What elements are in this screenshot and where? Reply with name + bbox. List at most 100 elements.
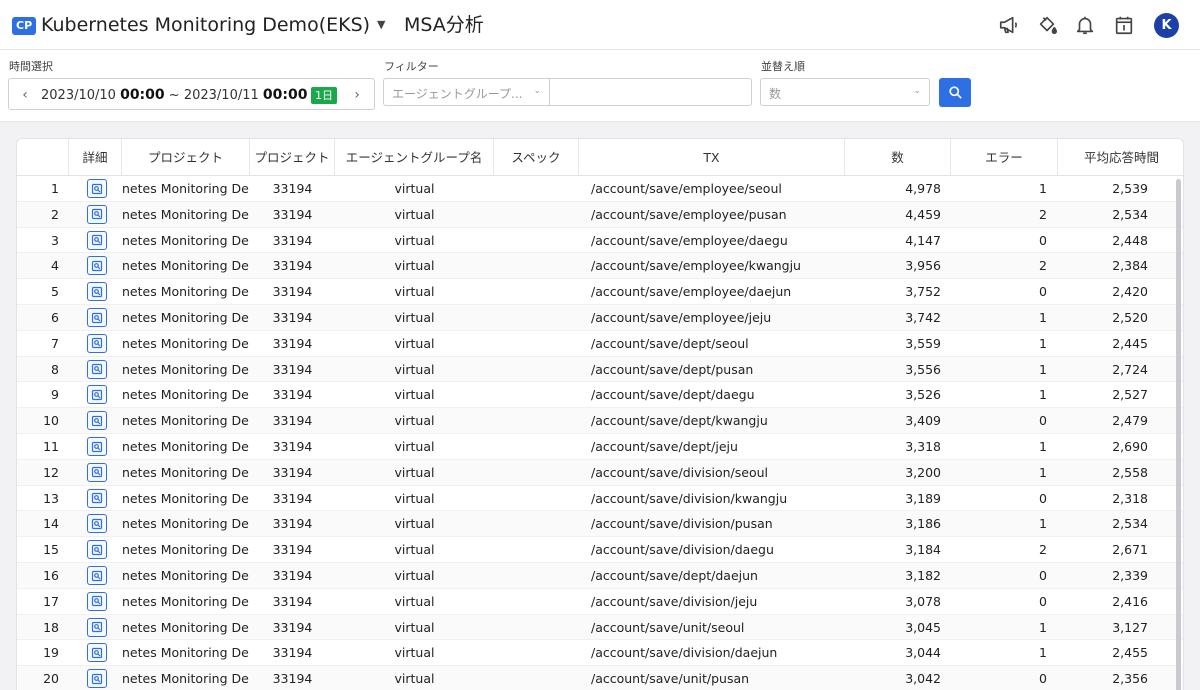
column-header-tx[interactable]: TX	[579, 139, 845, 176]
paint-bucket-icon[interactable]	[1034, 12, 1060, 38]
column-header-project[interactable]: プロジェクト	[122, 139, 250, 176]
detail-button[interactable]	[87, 230, 107, 250]
table-row[interactable]: 5 netes Monitoring Demo 33194 virtual/accou…	[17, 279, 1183, 305]
detail-button[interactable]	[87, 514, 107, 534]
table-row[interactable]: 2 netes Monitoring Demo 33194 virtual/accou…	[17, 201, 1183, 228]
detail-button[interactable]	[87, 179, 107, 198]
chevron-left-icon[interactable]: ‹	[17, 86, 33, 104]
avg-response-cell: 2,420	[1112, 284, 1148, 300]
time-range-picker[interactable]: ‹ 2023/10/10 00:00 ~ 2023/10/11 00:00 1日…	[8, 78, 375, 110]
column-header-count[interactable]: 数	[845, 139, 951, 176]
table-row[interactable]: 11 netes Monitoring Demo 33194 virtual/acco…	[17, 434, 1183, 460]
error-cell: 0	[1039, 568, 1047, 583]
filter-label: フィルター	[384, 60, 439, 73]
detail-icon	[91, 647, 103, 658]
project-code-cell: 33194	[272, 258, 313, 274]
detail-button[interactable]	[87, 256, 107, 276]
detail-button[interactable]	[87, 591, 107, 611]
column-header-error[interactable]: エラー	[951, 139, 1058, 176]
table-row[interactable]: 10 netes Monitoring Demo 33194 virtual/acco…	[17, 408, 1183, 434]
table-row[interactable]: 4 netes Monitoring Demo 33194 virtual/accou…	[17, 253, 1183, 280]
table-row[interactable]: 12 netes Monitoring Demo 33194 virtual/acco…	[17, 459, 1183, 486]
table-row[interactable]: 18 netes Monitoring Demo 33194 virtual/acco…	[17, 614, 1183, 641]
detail-button[interactable]	[87, 488, 107, 508]
detail-button[interactable]	[87, 282, 107, 302]
detail-button[interactable]	[87, 359, 107, 379]
count-cell: 3,526	[905, 387, 941, 403]
detail-button[interactable]	[87, 437, 107, 456]
table-row[interactable]: 15 netes Monitoring Demo 33194 virtual/acco…	[17, 537, 1183, 563]
column-header-detail[interactable]: 詳細	[69, 139, 122, 176]
table-row[interactable]: 9 netes Monitoring Demo 33194 virtual/accou…	[17, 382, 1183, 409]
column-header-avg-response[interactable]: 平均応答時間	[1058, 139, 1183, 176]
duration-badge[interactable]: 1日	[311, 87, 337, 104]
error-cell: 2	[1039, 258, 1047, 274]
bell-icon[interactable]	[1072, 12, 1098, 38]
detail-button[interactable]	[87, 617, 107, 637]
table-row[interactable]: 19 netes Monitoring Demo 33194 virtual/acco…	[17, 640, 1183, 667]
detail-button[interactable]	[87, 669, 107, 689]
count-cell: 3,042	[905, 671, 941, 687]
row-index: 7	[51, 335, 59, 351]
search-button[interactable]	[939, 78, 971, 107]
detail-button[interactable]	[87, 308, 107, 327]
avg-response-cell: 2,539	[1112, 181, 1148, 196]
count-cell: 3,318	[905, 439, 941, 454]
column-header-spec[interactable]: スペック	[494, 139, 579, 176]
tx-cell: /account/save/employee/seoul	[591, 181, 782, 196]
detail-icon	[91, 415, 103, 426]
spec-cell	[494, 202, 579, 228]
spec-cell	[494, 434, 579, 460]
calendar-icon[interactable]	[1111, 12, 1137, 38]
detail-button[interactable]	[87, 411, 107, 431]
detail-button[interactable]	[87, 462, 107, 482]
column-header-agent-group[interactable]: エージェントグループ名	[335, 139, 494, 176]
vertical-scrollbar[interactable]	[1176, 179, 1181, 690]
sort-order-select[interactable]: 数 ⌄	[760, 78, 930, 106]
table-row[interactable]: 8 netes Monitoring Demo 33194 virtual/accou…	[17, 356, 1183, 383]
avg-response-cell: 2,724	[1112, 361, 1148, 377]
spec-cell	[494, 486, 579, 512]
project-cell: netes Monitoring Demo	[122, 464, 250, 480]
project-selector[interactable]: Kubernetes Monitoring Demo(EKS)	[41, 12, 370, 38]
table-row[interactable]: 20 netes Monitoring Demo 33194 virtual/acco…	[17, 666, 1183, 690]
filter-input[interactable]	[550, 78, 752, 106]
table-row[interactable]: 13 netes Monitoring Demo 33194 virtual/acco…	[17, 486, 1183, 512]
table-row[interactable]: 17 netes Monitoring Demo 33194 virtual/acco…	[17, 589, 1183, 615]
caret-down-icon[interactable]: ▼	[377, 18, 385, 31]
table-row[interactable]: 6 netes Monitoring Demo 33194 virtual/accou…	[17, 305, 1183, 331]
table-row[interactable]: 16 netes Monitoring Demo 33194 virtual/acco…	[17, 563, 1183, 589]
project-type-badge: CP	[12, 17, 37, 35]
error-cell: 1	[1039, 645, 1047, 661]
detail-button[interactable]	[87, 540, 107, 560]
spec-cell	[494, 305, 579, 331]
megaphone-icon[interactable]	[996, 12, 1022, 38]
detail-button[interactable]	[87, 204, 107, 224]
top-header: CP Kubernetes Monitoring Demo(EKS) ▼ MSA…	[0, 0, 1200, 50]
detail-button[interactable]	[87, 385, 107, 405]
table-row[interactable]: 14 netes Monitoring Demo 33194 virtual/acco…	[17, 511, 1183, 538]
detail-button[interactable]	[87, 333, 107, 353]
row-index: 8	[51, 361, 59, 377]
sort-label: 並替え順	[761, 60, 805, 73]
project-code-cell: 33194	[272, 387, 313, 403]
tx-cell: /account/save/division/seoul	[591, 464, 768, 480]
table-row[interactable]: 1 netes Monitoring Demo 33194 virtual/accou…	[17, 176, 1183, 202]
spec-cell	[494, 511, 579, 537]
project-cell: netes Monitoring Demo	[122, 542, 250, 558]
detail-icon	[91, 183, 103, 194]
tx-cell: /account/save/dept/seoul	[591, 335, 749, 351]
detail-button[interactable]	[87, 566, 107, 585]
time-range-text[interactable]: 2023/10/10 00:00 ~ 2023/10/11 00:00	[41, 87, 308, 103]
agent-group-cell: virtual	[394, 387, 435, 403]
row-index: 19	[43, 645, 59, 661]
project-cell: netes Monitoring Demo	[122, 516, 250, 532]
user-avatar[interactable]: K	[1154, 13, 1179, 38]
detail-button[interactable]	[87, 643, 107, 663]
column-header-project-code[interactable]: プロジェクト	[250, 139, 335, 176]
project-cell: netes Monitoring Demo	[122, 645, 250, 661]
chevron-right-icon[interactable]: ›	[349, 86, 365, 104]
table-row[interactable]: 7 netes Monitoring Demo 33194 virtual/accou…	[17, 331, 1183, 357]
agent-group-select[interactable]: エージェントグループ... ⌄	[383, 78, 550, 106]
table-row[interactable]: 3 netes Monitoring Demo 33194 virtual/accou…	[17, 228, 1183, 254]
